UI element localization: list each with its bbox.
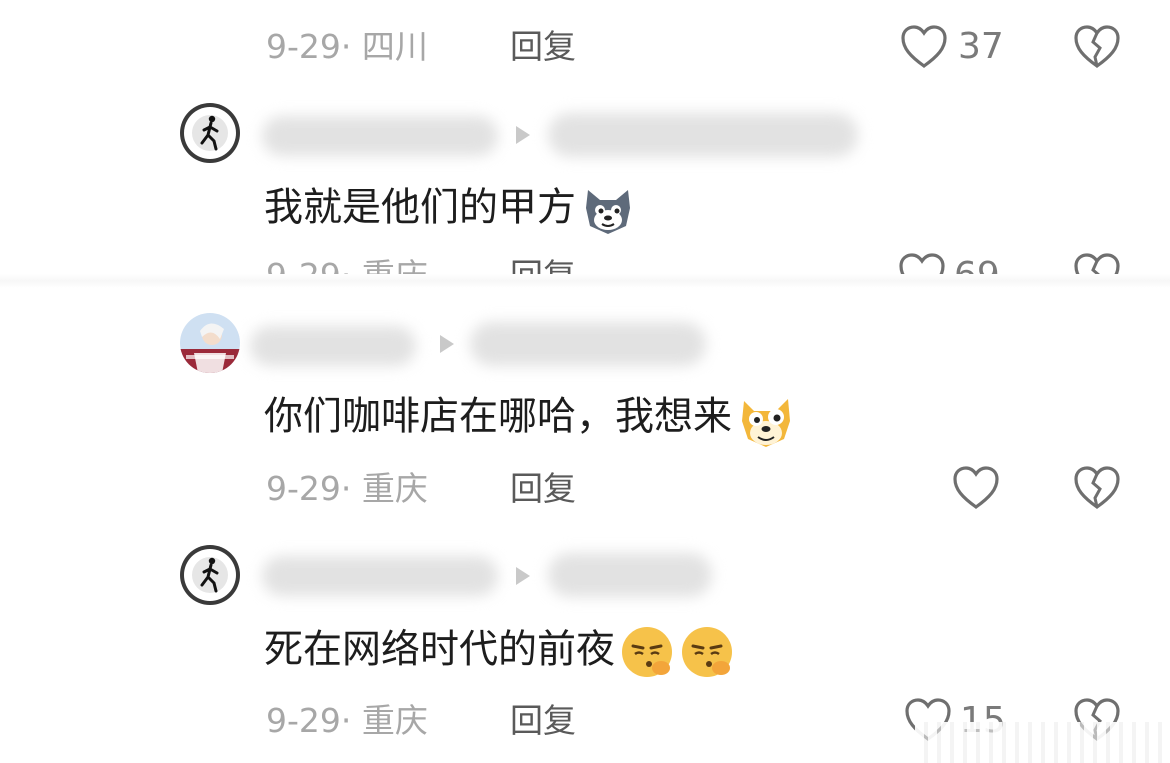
dislike-broken-heart-icon[interactable] <box>1073 24 1121 70</box>
username-blurred[interactable] <box>250 326 416 366</box>
reply-button[interactable]: 回复 <box>510 469 576 509</box>
username-blurred[interactable] <box>262 116 498 156</box>
watermark <box>915 722 1170 763</box>
reply-target-blurred[interactable] <box>548 553 712 597</box>
reply-target-blurred[interactable] <box>548 113 858 157</box>
reply-button[interactable]: 回复 <box>510 27 576 67</box>
thinking-face-icon <box>679 624 735 680</box>
screenshot-seam <box>0 274 1170 288</box>
comment-text-content: 我就是他们的甲方 <box>264 185 577 231</box>
dislike-broken-heart-icon[interactable] <box>1073 465 1121 511</box>
wolf-face-icon <box>580 182 636 238</box>
like-count: 37 <box>958 26 1004 67</box>
avatar[interactable] <box>180 313 240 373</box>
comment-meta: 9-29· 重庆 <box>266 469 428 508</box>
username-blurred[interactable] <box>262 556 498 596</box>
reply-button[interactable]: 回复 <box>510 701 576 741</box>
like-heart-icon[interactable] <box>900 24 948 70</box>
comment-text: 你们咖啡店在哪哈，我想来 <box>264 391 792 447</box>
reply-arrow-icon <box>516 567 530 585</box>
avatar[interactable] <box>180 545 240 605</box>
comment-text-content: 死在网络时代的前夜 <box>264 627 616 673</box>
comment-meta: 9-29· 重庆 <box>266 701 428 740</box>
reply-arrow-icon <box>440 335 454 353</box>
like-heart-icon[interactable] <box>952 465 1000 511</box>
doge-face-icon <box>736 391 792 447</box>
comment-text-content: 你们咖啡店在哪哈，我想来 <box>264 394 733 440</box>
comment-text: 死在网络时代的前夜 <box>264 624 735 680</box>
reply-arrow-icon <box>516 126 530 144</box>
comment-meta: 9-29· 四川 <box>266 27 428 66</box>
reply-target-blurred[interactable] <box>470 322 706 366</box>
thinking-face-icon <box>619 624 675 680</box>
avatar[interactable] <box>180 103 240 163</box>
comment-text: 我就是他们的甲方 <box>264 182 636 238</box>
